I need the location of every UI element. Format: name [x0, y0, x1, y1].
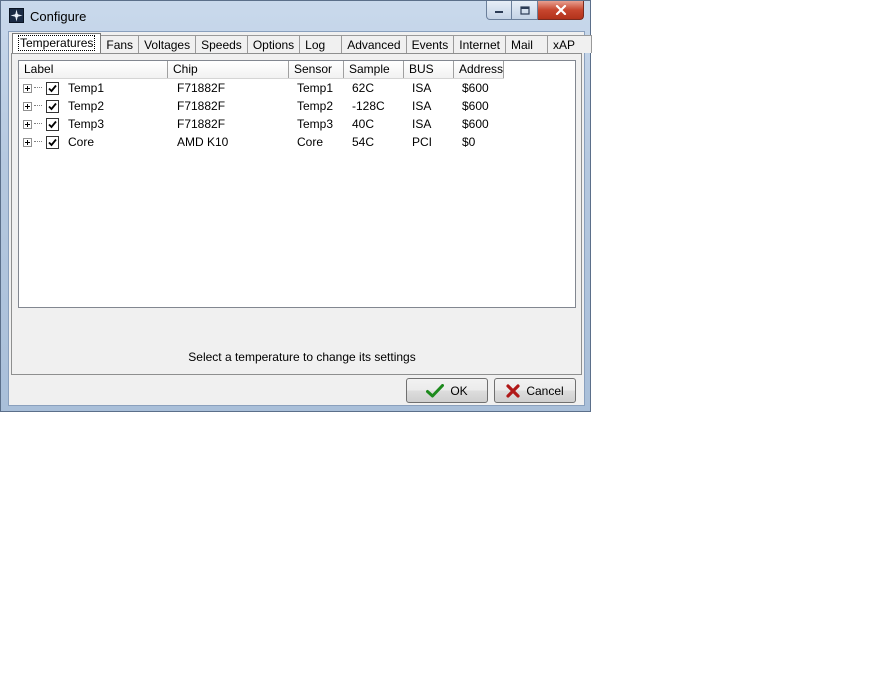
- tab-mail[interactable]: Mail: [504, 35, 548, 53]
- row-chip: F71882F: [177, 81, 226, 95]
- dialog-client: Temperatures Fans Voltages Speeds Option…: [8, 31, 592, 406]
- row-sensor: Core: [297, 135, 324, 149]
- tab-internet[interactable]: Internet: [453, 35, 506, 53]
- row-chip: AMD K10: [177, 135, 229, 149]
- tab-options[interactable]: Options: [246, 35, 301, 53]
- row-sample: 54C: [352, 135, 375, 149]
- column-header-bus[interactable]: BUS: [404, 61, 454, 78]
- close-button[interactable]: [538, 1, 584, 20]
- column-header-label[interactable]: Label: [19, 61, 168, 78]
- row-bus: PCI: [412, 135, 433, 149]
- row-label: Temp3: [68, 117, 105, 131]
- ok-button[interactable]: OK: [406, 378, 488, 403]
- configure-window: Configure Temperatures Fans Voltages Spe…: [0, 0, 592, 412]
- checkmark-icon: [48, 102, 57, 110]
- tab-advanced[interactable]: Advanced: [341, 35, 407, 53]
- tab-log[interactable]: Log: [299, 35, 343, 53]
- column-header-sample[interactable]: Sample: [344, 61, 404, 78]
- minimize-button[interactable]: [486, 1, 512, 20]
- list-header: Label Chip Sensor Sample BUS Address: [19, 61, 504, 79]
- temperatures-panel: Label Chip Sensor Sample BUS Address Tem…: [11, 53, 582, 375]
- row-sample: 62C: [352, 81, 375, 95]
- enabled-checkbox[interactable]: [46, 135, 59, 149]
- table-row[interactable]: Core AMD K10 Core 54C PCI $0: [19, 133, 504, 151]
- x-cross-icon: [506, 383, 520, 398]
- row-bus: ISA: [412, 81, 432, 95]
- row-chip: F71882F: [177, 117, 226, 131]
- tab-temperatures[interactable]: Temperatures: [12, 33, 102, 53]
- enabled-checkbox[interactable]: [46, 117, 59, 131]
- checkmark-icon: [48, 84, 57, 92]
- row-address: $600: [462, 99, 489, 113]
- table-row[interactable]: Temp2 F71882F Temp2 -128C ISA $600: [19, 97, 504, 115]
- row-address: $0: [462, 135, 476, 149]
- cancel-button[interactable]: Cancel: [494, 378, 576, 403]
- title-bar[interactable]: Configure: [1, 1, 590, 31]
- row-address: $600: [462, 117, 489, 131]
- enabled-checkbox[interactable]: [46, 99, 59, 113]
- checkmark-icon: [48, 138, 57, 146]
- table-row[interactable]: Temp1 F71882F Temp1 62C ISA $600: [19, 79, 504, 97]
- row-label: Core: [68, 135, 95, 149]
- row-chip: F71882F: [177, 99, 226, 113]
- expand-icon[interactable]: [23, 137, 32, 147]
- row-label: Temp1: [68, 81, 105, 95]
- tab-fans[interactable]: Fans: [100, 35, 140, 53]
- close-icon: [555, 5, 566, 15]
- expand-icon[interactable]: [23, 119, 32, 129]
- tab-speeds[interactable]: Speeds: [195, 35, 248, 53]
- maximize-button[interactable]: [512, 1, 538, 20]
- row-label: Temp2: [68, 99, 105, 113]
- row-sensor: Temp3: [297, 117, 334, 131]
- row-bus: ISA: [412, 99, 432, 113]
- status-hint: Select a temperature to change its setti…: [188, 350, 416, 364]
- window-title: Configure: [30, 9, 87, 24]
- maximize-icon: [519, 5, 530, 15]
- row-sensor: Temp1: [297, 81, 334, 95]
- expand-icon[interactable]: [23, 83, 32, 93]
- row-bus: ISA: [412, 117, 432, 131]
- column-header-sensor[interactable]: Sensor: [289, 61, 344, 78]
- column-header-chip[interactable]: Chip: [168, 61, 289, 78]
- expand-icon[interactable]: [23, 101, 32, 111]
- cancel-label: Cancel: [526, 383, 564, 398]
- row-sample: 40C: [352, 117, 375, 131]
- ok-label: OK: [450, 383, 468, 398]
- tab-xap[interactable]: xAP: [546, 35, 592, 53]
- row-sample: -128C: [352, 99, 385, 113]
- app-icon[interactable]: [9, 8, 24, 23]
- enabled-checkbox[interactable]: [46, 81, 59, 95]
- checkmark-icon: [48, 120, 57, 128]
- table-row[interactable]: Temp3 F71882F Temp3 40C ISA $600: [19, 115, 504, 133]
- row-address: $600: [462, 81, 489, 95]
- tab-events[interactable]: Events: [405, 35, 455, 53]
- tab-strip: Temperatures Fans Voltages Speeds Option…: [12, 33, 592, 53]
- checkmark-icon: [426, 383, 445, 398]
- row-sensor: Temp2: [297, 99, 334, 113]
- temperature-list[interactable]: Label Chip Sensor Sample BUS Address Tem…: [18, 60, 576, 308]
- minimize-icon: [495, 11, 503, 13]
- column-header-address[interactable]: Address: [454, 61, 504, 78]
- tab-voltages[interactable]: Voltages: [138, 35, 197, 53]
